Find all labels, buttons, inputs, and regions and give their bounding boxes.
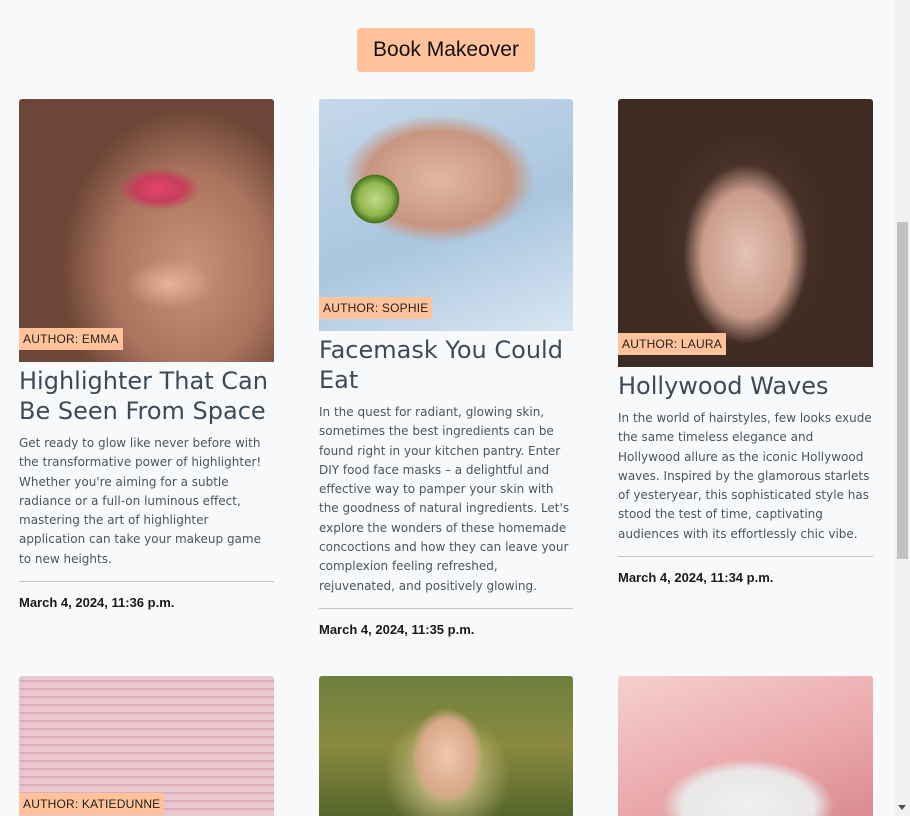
post-title[interactable]: Facemask You Could Eat <box>319 335 573 395</box>
blog-page: Book Makeover AUTHOR: EMMA Highlighter T… <box>0 0 895 816</box>
post-image[interactable]: AUTHOR: KATIEDUNNE <box>19 676 274 816</box>
post-excerpt: In the world of hairstyles, few looks ex… <box>618 411 872 541</box>
post-title[interactable]: Hollywood Waves <box>618 371 873 401</box>
post-card[interactable]: AUTHOR: EMMA Highlighter That Can Be See… <box>19 99 274 610</box>
post-excerpt: Get ready to glow like never before with… <box>19 436 262 566</box>
author-badge: AUTHOR: KATIEDUNNE <box>19 793 165 815</box>
post-date: March 4, 2024, 11:35 p.m. <box>319 621 475 637</box>
post-card[interactable] <box>618 676 873 816</box>
post-image[interactable]: AUTHOR: LAURA <box>618 99 873 367</box>
author-badge: AUTHOR: EMMA <box>19 328 123 350</box>
post-card[interactable]: AUTHOR: LAURA Hollywood Waves In the wor… <box>618 99 873 585</box>
post-excerpt: In the quest for radiant, glowing skin, … <box>319 405 570 593</box>
divider <box>319 607 573 609</box>
post-date: March 4, 2024, 11:36 p.m. <box>19 595 175 611</box>
scroll-down-arrow-icon[interactable] <box>898 805 906 810</box>
post-card[interactable]: AUTHOR: KATIEDUNNE <box>19 676 274 816</box>
divider <box>618 556 873 558</box>
author-badge: AUTHOR: SOPHIE <box>319 297 433 319</box>
post-date: March 4, 2024, 11:34 p.m. <box>618 570 774 586</box>
post-image[interactable] <box>618 676 873 816</box>
scrollbar-thumb[interactable] <box>897 222 908 559</box>
book-makeover-button[interactable]: Book Makeover <box>357 28 535 72</box>
post-card[interactable] <box>319 676 573 816</box>
vertical-scrollbar[interactable] <box>895 0 910 816</box>
post-image[interactable]: AUTHOR: SOPHIE <box>319 99 573 331</box>
author-badge: AUTHOR: LAURA <box>618 333 726 355</box>
divider <box>19 581 274 583</box>
post-image[interactable] <box>319 676 573 816</box>
post-image[interactable]: AUTHOR: EMMA <box>19 99 274 362</box>
post-card[interactable]: AUTHOR: SOPHIE Facemask You Could Eat In… <box>319 99 573 637</box>
post-title[interactable]: Highlighter That Can Be Seen From Space <box>19 366 274 426</box>
